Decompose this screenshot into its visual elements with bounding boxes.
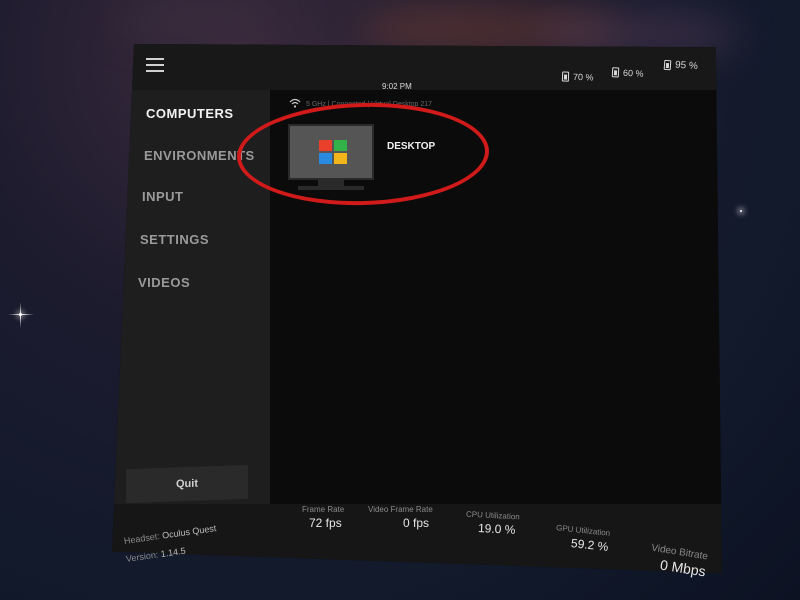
battery-level: 70 % (572, 71, 594, 83)
computer-name: DESKTOP (387, 141, 436, 152)
stat-label-video-frame-rate: Video Frame Rate (368, 505, 433, 514)
windows-logo-icon (319, 140, 347, 164)
battery-icon (611, 67, 620, 78)
windows-monitor-icon (288, 124, 374, 180)
version-value: 1.14.5 (160, 545, 187, 560)
battery-indicator: 60 % (611, 67, 644, 79)
sidebar-item-computers[interactable]: COMPUTERS (146, 106, 234, 121)
stat-value-frame-rate: 72 fps (309, 516, 342, 530)
wifi-icon (289, 98, 301, 108)
battery-icon (561, 71, 570, 82)
sidebar-item-input[interactable]: INPUT (142, 189, 184, 204)
network-info: 5 GHz | Connected | Virtual Desktop 217 (306, 101, 433, 108)
sidebar-item-videos[interactable]: VIDEOS (138, 275, 190, 290)
top-bar (112, 44, 722, 90)
computer-card-desktop[interactable]: DESKTOP (288, 124, 478, 194)
stat-value-cpu: 19.0 % (477, 521, 516, 537)
clock: 9:02 PM (382, 82, 412, 91)
monitor-base (298, 186, 364, 190)
star (19, 313, 22, 316)
battery-icon (663, 59, 672, 70)
stat-value-video-frame-rate: 0 fps (403, 516, 430, 530)
battery-level: 95 % (674, 59, 699, 73)
battery-indicator: 95 % (663, 59, 699, 73)
sidebar-item-settings[interactable]: SETTINGS (140, 232, 209, 247)
sidebar-item-environments[interactable]: ENVIRONMENTS (144, 148, 255, 163)
stat-label-frame-rate: Frame Rate (302, 505, 345, 514)
hamburger-menu-icon[interactable] (146, 58, 164, 72)
battery-indicator: 70 % (561, 71, 594, 83)
quit-button[interactable]: Quit (126, 464, 248, 504)
nebula-cloud (110, 0, 270, 40)
battery-level: 60 % (622, 67, 644, 79)
star (740, 210, 742, 212)
monitor-stand (318, 178, 344, 186)
